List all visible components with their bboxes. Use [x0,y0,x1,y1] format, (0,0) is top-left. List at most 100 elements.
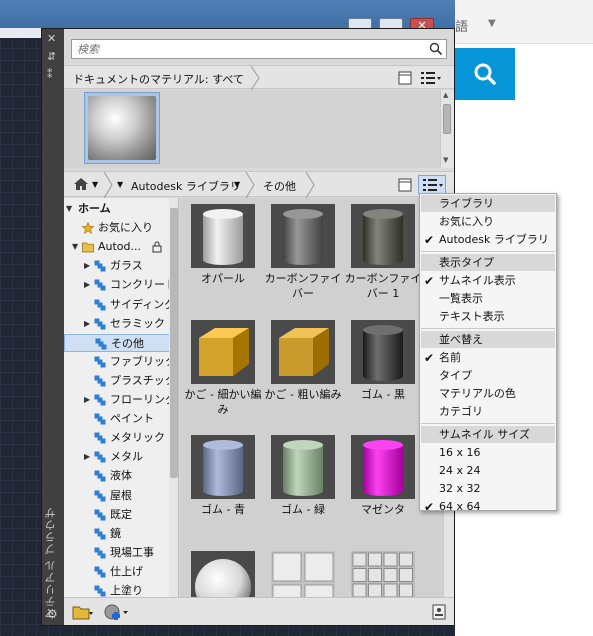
menu-item[interactable]: カテゴリ [421,403,555,421]
search-icon[interactable] [429,42,443,56]
tree-item-label: セラミック [110,316,165,330]
tree-scrollbar[interactable] [169,198,178,597]
expand-right-icon[interactable]: ▶ [84,315,90,333]
document-scrollbar[interactable]: ▲ ▼ [440,90,454,168]
breadcrumb-separator-icon [103,172,113,198]
menu-separator [421,423,555,424]
material-tile[interactable]: カーボンファイバー [263,201,343,316]
panel-layout-icon[interactable] [398,178,412,192]
material-tile[interactable] [343,548,423,597]
material-tile[interactable]: オパール [183,201,263,316]
material-tile[interactable]: ゴム - 黒 [343,317,423,432]
menu-item[interactable]: タイプ [421,367,555,385]
close-palette-icon[interactable]: ✕ [47,33,56,44]
menu-item[interactable]: ✔ 64 x 64 [421,498,555,516]
tree-item-label: ファブリック [110,354,176,368]
menu-item[interactable]: 32 x 32 [421,480,555,498]
menu-item[interactable]: 16 x 16 [421,444,555,462]
material-tile[interactable]: ゴム - 青 [183,432,263,547]
tree-item[interactable]: ▶ メタル [64,448,170,466]
menu-section-header: サムネイル サイズ [421,426,555,443]
search-box[interactable] [71,39,447,59]
menu-item[interactable]: テキスト表示 [421,308,555,326]
view-options-button[interactable] [418,175,446,194]
tree-item[interactable]: お気に入り [64,219,170,237]
settings-icon[interactable]: ⚙ [47,607,58,621]
expand-right-icon[interactable]: ▶ [84,276,90,294]
tree-item[interactable]: ▼ ホーム [64,200,170,218]
home-icon[interactable] [73,177,89,191]
material-label: かご - 細かい編み [184,388,262,416]
view-options-icon[interactable] [420,71,442,85]
breadcrumb-library[interactable]: Autodesk ライブラリ [131,178,241,194]
chevron-down-icon[interactable]: ▼ [117,180,123,189]
chevron-down-icon[interactable]: ▼ [92,180,98,189]
material-label: かご - 粗い編み [264,388,342,401]
tree-item[interactable]: ペイント [64,410,170,428]
expand-right-icon[interactable]: ▶ [84,257,90,275]
tree-item-label: ガラス [110,259,143,273]
expand-right-icon[interactable]: ▶ [84,448,90,466]
expand-down-icon[interactable]: ▼ [72,238,78,256]
tree-item[interactable]: プラスチック [64,372,176,390]
tree-item[interactable]: 鏡 [64,525,170,543]
tree-item[interactable]: ▶ ガラス [64,257,170,275]
language-selector-label[interactable]: 語 [455,16,468,35]
tree-item[interactable]: メタリック ... [64,429,178,447]
material-swatch [351,435,415,499]
material-label: ゴム - 青 [201,503,245,516]
tree-item[interactable]: ▶ フローリング [64,391,176,409]
web-search-button[interactable] [455,48,515,100]
material-tile[interactable]: かご - 細かい編み [183,317,263,432]
tree-item[interactable]: 液体 [64,467,170,485]
tree-item[interactable]: 既定 [64,506,170,524]
tree-item[interactable]: その他 [64,333,170,352]
checkmark-icon: ✔ [424,351,435,365]
material-tile[interactable]: カーボンファイバー 1 [343,201,423,316]
menu-item[interactable]: ✔ Autodesk ライブラリ [421,231,555,249]
panel-layout-icon[interactable] [398,71,412,85]
document-materials-filter[interactable]: ドキュメントのマテリアル: すべて [73,71,244,87]
create-material-icon[interactable] [104,603,130,621]
view-options-icon [423,179,443,191]
expand-right-icon[interactable]: ▶ [84,391,90,409]
search-input[interactable] [72,40,412,58]
chevron-down-icon[interactable]: ▼ [488,18,496,29]
manage-library-icon[interactable] [72,604,94,620]
tree-item[interactable]: 現場工事 [64,544,170,562]
tree-item[interactable]: サイディング [64,296,175,314]
tree-item[interactable]: ▶ セラミック [64,315,170,333]
pin-icon[interactable]: ⇵ [47,51,56,62]
tree-item[interactable]: ▼ Autod... [64,238,170,256]
material-label: マゼンタ [361,503,405,516]
sphere-material-preview [88,96,156,160]
category-icon [94,566,106,578]
material-tile[interactable] [263,548,343,597]
menu-item[interactable]: 一覧表示 [421,290,555,308]
breadcrumb-current-category[interactable]: その他 [263,178,296,194]
menu-item[interactable]: お気に入り [421,213,555,231]
category-icon [95,338,107,350]
chevron-down-icon[interactable]: ▼ [234,180,240,189]
category-icon [94,470,106,482]
material-tile[interactable]: かご - 粗い編み [263,317,343,432]
document-material-thumbnail[interactable] [84,92,160,164]
tree-item[interactable]: 上塗り [64,582,170,597]
material-tile[interactable]: ゴム - 緑 [263,432,343,547]
properties-menu-icon[interactable]: ⁑ [47,69,53,80]
tree-item[interactable]: 屋根 [64,487,170,505]
category-icon [94,490,106,501]
menu-item[interactable]: 24 x 24 [421,462,555,480]
tree-item[interactable]: ▶ コンクリート [64,276,176,294]
editor-icon[interactable] [432,604,446,620]
tree-item[interactable]: 仕上げ [64,563,170,581]
material-tile[interactable]: マゼンタ [343,432,423,547]
menu-item[interactable]: ✔ 名前 [421,349,555,367]
menu-item[interactable]: ✔ サムネイル表示 [421,272,555,290]
menu-item[interactable]: マテリアルの色 [421,385,555,403]
material-tile[interactable] [183,548,263,597]
expand-down-icon[interactable]: ▼ [66,200,72,218]
menu-separator [421,251,555,252]
tree-item[interactable]: ファブリック [64,353,176,371]
material-label: カーボンファイバー [264,272,342,300]
